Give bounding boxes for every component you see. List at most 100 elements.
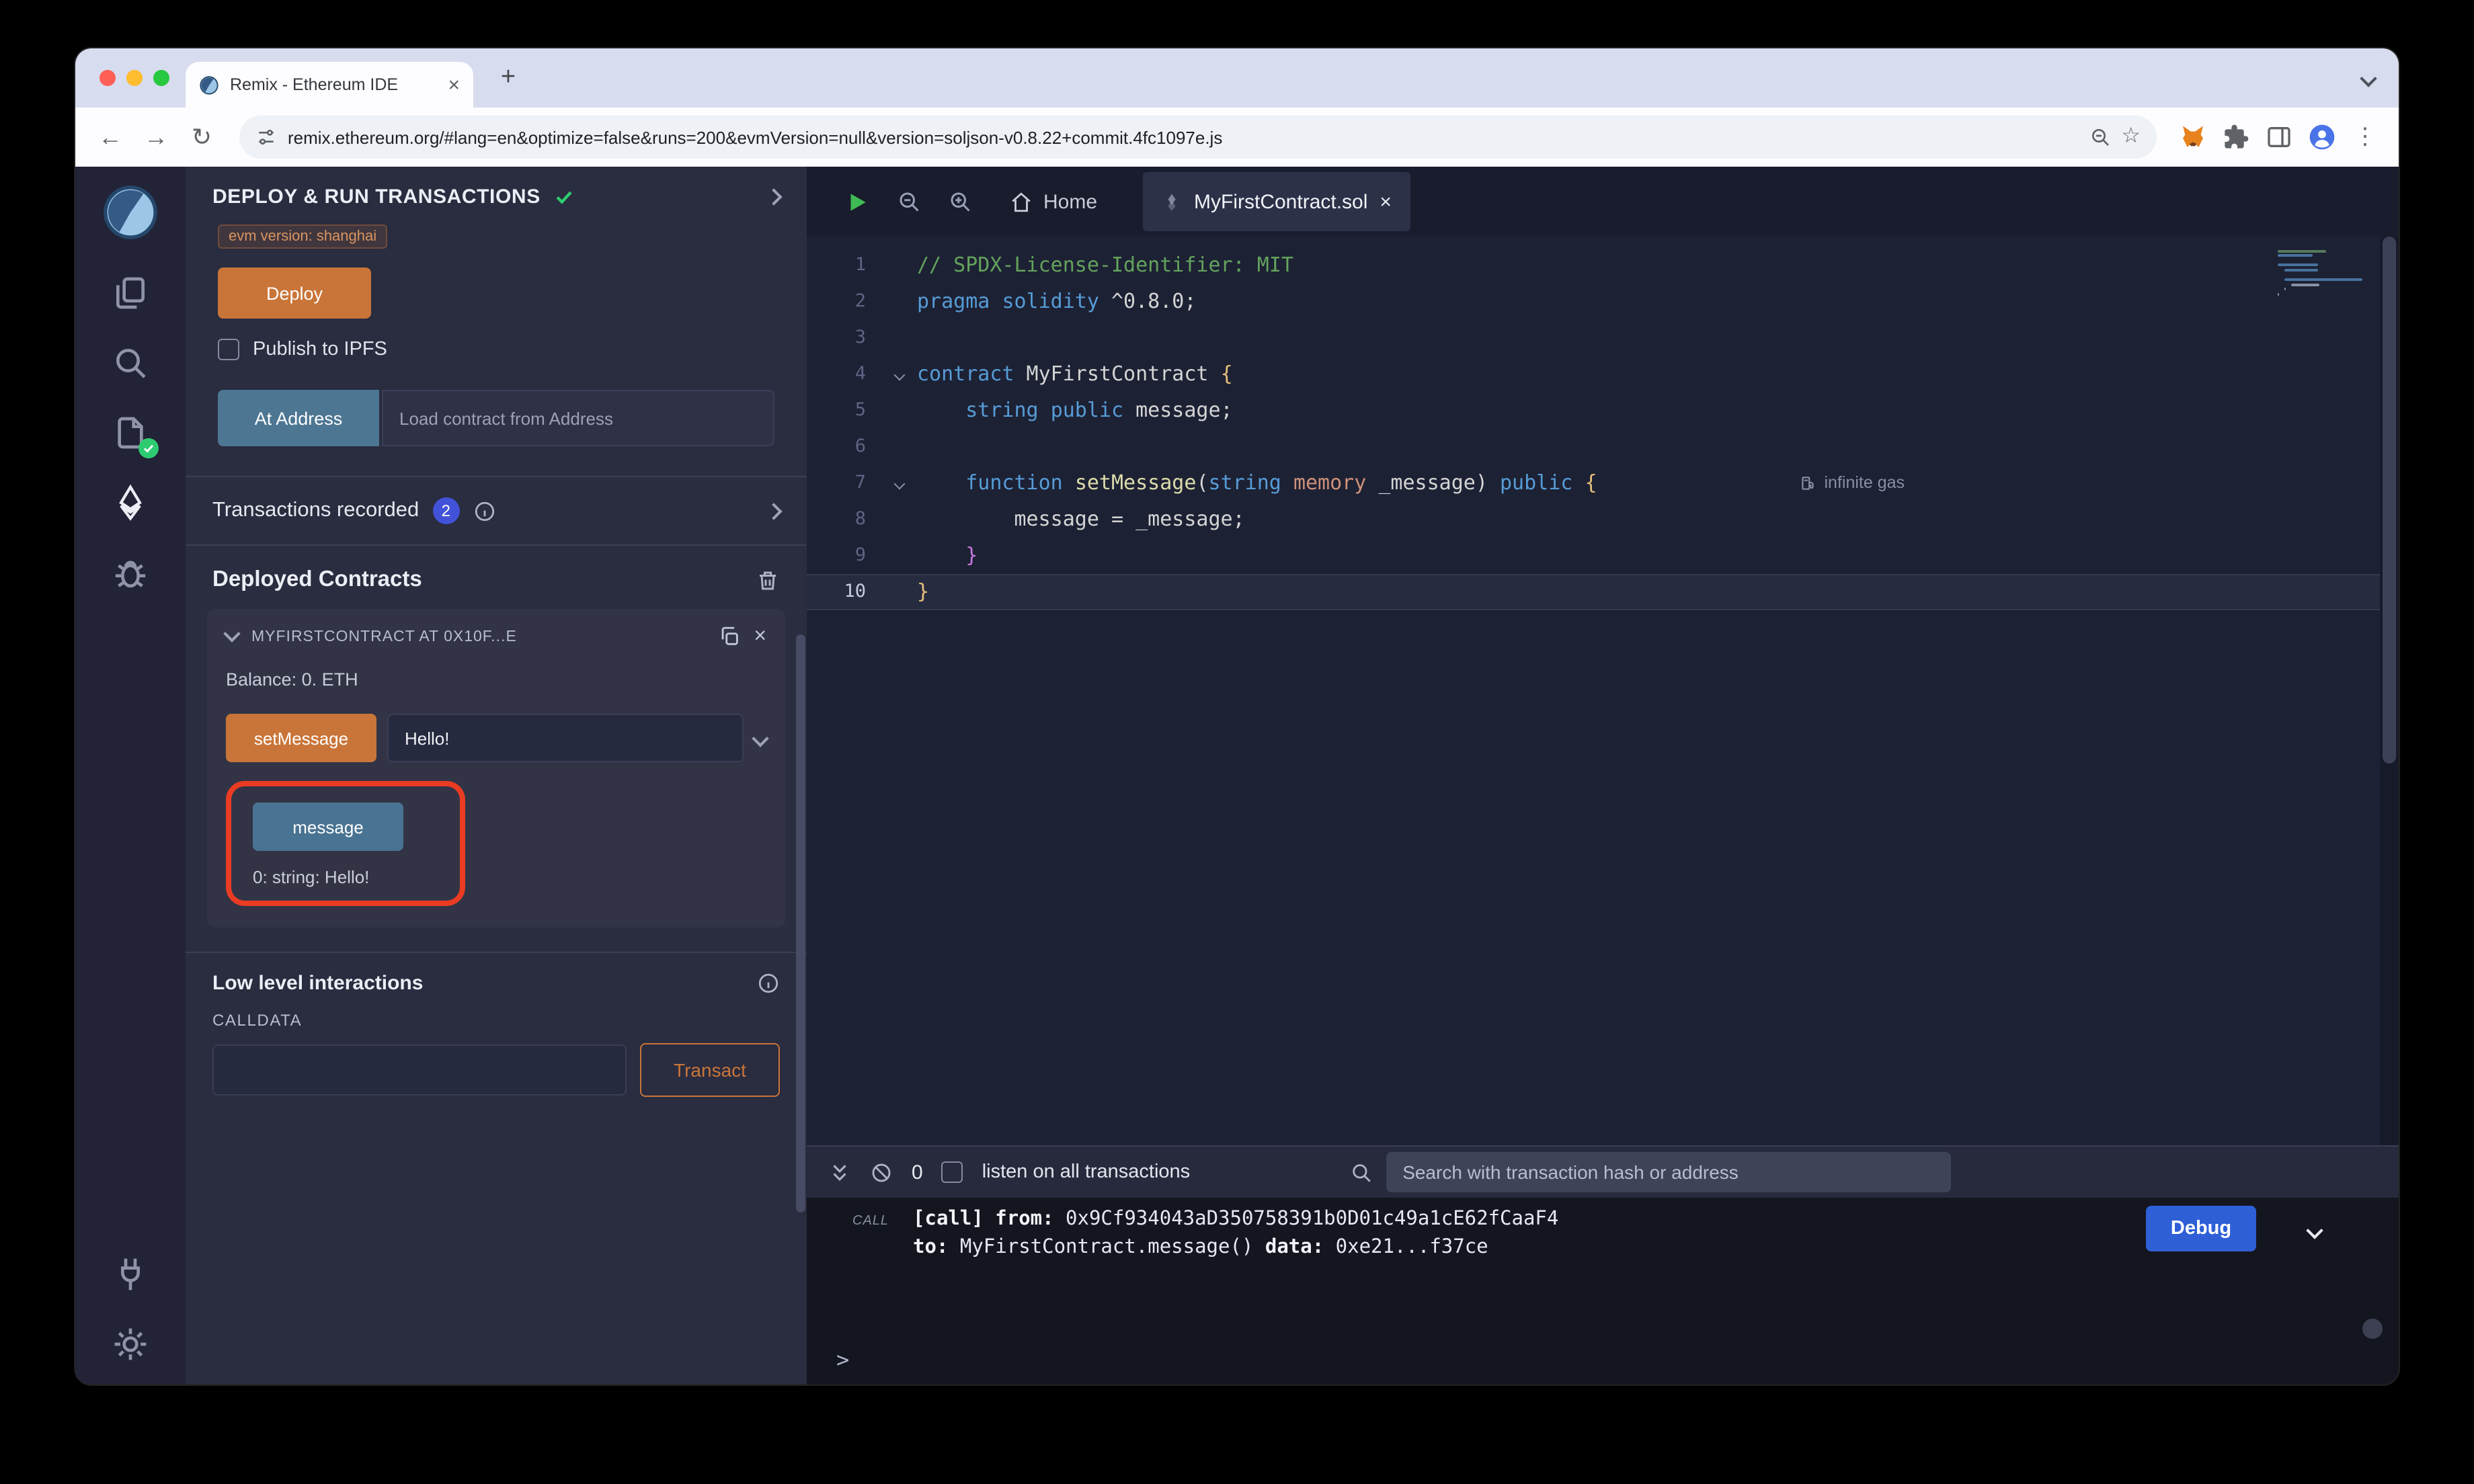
code-line[interactable]: 2pragma solidity ^0.8.0; [807, 284, 2399, 320]
minimap[interactable] [2278, 247, 2364, 298]
fold-chevron-icon[interactable] [882, 356, 917, 393]
editor-scrollbar[interactable] [2380, 237, 2399, 1145]
zoom-icon[interactable] [2089, 126, 2110, 148]
extensions-icon[interactable] [2219, 120, 2253, 155]
code-line[interactable]: 8 message = _message; [807, 501, 2399, 538]
code-line[interactable]: 9 } [807, 538, 2399, 574]
publish-ipfs-label: Publish to IPFS [253, 339, 387, 360]
zoom-in-icon[interactable] [948, 190, 972, 214]
contract-close-icon[interactable]: × [754, 626, 766, 647]
trash-icon[interactable] [756, 568, 780, 592]
back-button[interactable]: ← [91, 118, 129, 156]
tab-title: Remix - Ethereum IDE [230, 75, 437, 94]
line-number[interactable]: 7 [807, 465, 882, 501]
line-number[interactable]: 10 [807, 574, 882, 610]
tab-list-chevron-icon[interactable] [2362, 72, 2375, 84]
solidity-compiler-icon[interactable] [112, 414, 149, 452]
site-info-icon[interactable] [255, 126, 277, 148]
window-controls [75, 70, 186, 86]
line-number[interactable]: 3 [807, 320, 882, 356]
code-editor[interactable]: 1// SPDX-License-Identifier: MIT2pragma … [807, 237, 2399, 1145]
code-line[interactable]: 1// SPDX-License-Identifier: MIT [807, 247, 2399, 284]
code-line[interactable]: 4contract MyFirstContract { [807, 356, 2399, 393]
info-icon[interactable] [473, 499, 495, 522]
plugin-manager-icon[interactable] [112, 1255, 149, 1293]
clear-console-icon[interactable] [870, 1161, 893, 1184]
settings-icon[interactable] [112, 1325, 149, 1363]
debug-button[interactable]: Debug [2146, 1206, 2256, 1251]
line-number[interactable]: 1 [807, 247, 882, 284]
bookmark-star-icon[interactable]: ☆ [2121, 126, 2141, 148]
at-address-button[interactable]: At Address [218, 390, 379, 446]
code-line[interactable]: 6 [807, 429, 2399, 465]
calldata-input[interactable] [212, 1044, 627, 1096]
metamask-icon[interactable] [2176, 120, 2210, 155]
fold-spacer [882, 284, 917, 320]
line-number[interactable]: 5 [807, 393, 882, 429]
contract-expand-chevron-icon[interactable] [223, 625, 240, 642]
code-text: } [917, 538, 977, 574]
info-icon[interactable] [757, 972, 780, 995]
deploy-run-icon[interactable] [112, 484, 149, 522]
set-message-input[interactable] [387, 714, 744, 762]
profile-avatar[interactable] [2305, 120, 2340, 155]
annotation-highlight-box: message 0: string: Hello! [226, 781, 465, 906]
scroll-to-bottom-button[interactable] [2362, 1319, 2383, 1339]
deploy-button[interactable]: Deploy [218, 267, 371, 319]
file-explorer-icon[interactable] [112, 274, 149, 312]
line-number[interactable]: 8 [807, 501, 882, 538]
set-message-expand-chevron-icon[interactable] [752, 729, 768, 746]
side-panel-icon[interactable] [2262, 120, 2297, 155]
line-number[interactable]: 9 [807, 538, 882, 574]
transact-button[interactable]: Transact [640, 1043, 780, 1097]
copy-icon[interactable] [717, 625, 740, 648]
line-number[interactable]: 4 [807, 356, 882, 393]
panel-scrollbar-thumb[interactable] [796, 634, 805, 1212]
close-tab-icon[interactable]: × [1380, 192, 1392, 212]
tab-close-icon[interactable]: × [448, 75, 460, 95]
fold-chevron-icon[interactable] [882, 465, 917, 501]
call-badge: CALL [852, 1214, 889, 1229]
publish-ipfs-checkbox[interactable] [218, 339, 239, 360]
forward-button[interactable]: → [137, 118, 175, 156]
listen-checkbox[interactable] [942, 1161, 963, 1183]
collapse-terminal-icon[interactable] [828, 1161, 851, 1184]
debugger-icon[interactable] [112, 554, 149, 591]
scrollbar-thumb[interactable] [2383, 237, 2396, 764]
tab-home[interactable]: Home [1010, 190, 1097, 213]
fold-spacer [882, 574, 917, 610]
zoom-out-icon[interactable] [897, 190, 921, 214]
panel-title: DEPLOY & RUN TRANSACTIONS [212, 186, 541, 208]
panel-collapse-chevron-icon[interactable] [765, 188, 782, 205]
code-text: string public message; [917, 393, 1233, 429]
tab-myfirstcontract[interactable]: MyFirstContract.sol × [1143, 172, 1410, 231]
at-address-input[interactable] [382, 390, 774, 446]
message-button[interactable]: message [253, 802, 403, 851]
code-line[interactable]: 7 function setMessage(string memory _mes… [807, 465, 2399, 501]
browser-tab[interactable]: Remix - Ethereum IDE × [186, 62, 473, 108]
code-line[interactable]: 3 [807, 320, 2399, 356]
maximize-window-button[interactable] [153, 70, 169, 86]
line-number[interactable]: 2 [807, 284, 882, 320]
transactions-expand-chevron-icon[interactable] [765, 502, 782, 519]
menu-dots-icon[interactable]: ⋮ [2348, 120, 2383, 155]
reload-button[interactable]: ↻ [183, 118, 221, 156]
terminal-log: CALL [call] from: 0x9Cf934043aD350758391… [807, 1198, 2399, 1347]
transactions-recorded-row: Transactions recorded 2 [186, 477, 807, 544]
terminal-search-input[interactable] [1386, 1152, 1951, 1192]
terminal-prompt[interactable]: > [807, 1347, 2399, 1385]
minimize-window-button[interactable] [126, 70, 143, 86]
panel-header: DEPLOY & RUN TRANSACTIONS [186, 186, 807, 208]
address-bar[interactable]: remix.ethereum.org/#lang=en&optimize=fal… [239, 116, 2157, 159]
new-tab-button[interactable]: + [489, 59, 527, 97]
code-line[interactable]: 5 string public message; [807, 393, 2399, 429]
close-window-button[interactable] [99, 70, 116, 86]
code-line[interactable]: 10} [807, 574, 2399, 610]
log-expand-chevron-icon[interactable] [2309, 1217, 2321, 1242]
line-number[interactable]: 6 [807, 429, 882, 465]
run-script-icon[interactable] [844, 189, 870, 214]
set-message-button[interactable]: setMessage [226, 714, 376, 762]
search-icon[interactable] [112, 344, 149, 382]
active-tab-label: MyFirstContract.sol [1194, 190, 1367, 213]
remix-logo-icon[interactable] [101, 183, 160, 242]
